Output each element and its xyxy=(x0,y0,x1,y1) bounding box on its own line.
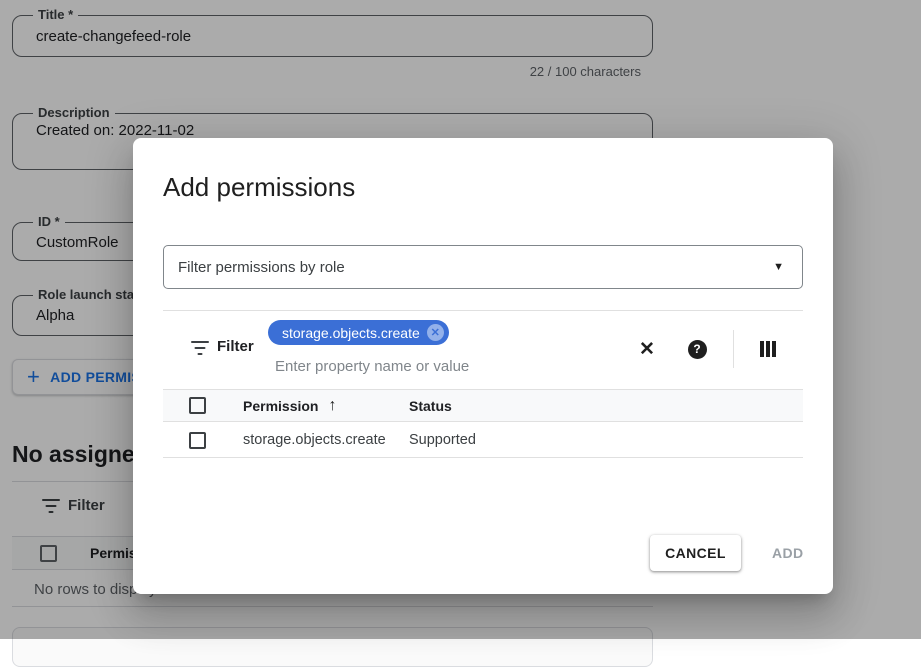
column-permission[interactable]: Permission xyxy=(243,398,318,414)
permissions-table-header: Permission ↑ Status xyxy=(163,389,803,422)
chevron-down-icon: ▼ xyxy=(773,261,784,273)
help-icon[interactable]: ? xyxy=(683,335,711,363)
row-status: Supported xyxy=(409,432,476,448)
filter-chip[interactable]: storage.objects.create ✕ xyxy=(268,320,449,345)
permission-table-row[interactable]: storage.objects.create Supported xyxy=(163,423,803,458)
sort-ascending-icon[interactable]: ↑ xyxy=(328,397,336,415)
chip-remove-icon[interactable]: ✕ xyxy=(427,324,444,341)
row-permission: storage.objects.create xyxy=(243,432,409,448)
dialog-title: Add permissions xyxy=(163,172,355,203)
add-permissions-dialog: Add permissions Filter permissions by ro… xyxy=(133,138,833,594)
divider xyxy=(163,310,803,311)
column-display-icon[interactable] xyxy=(754,335,782,363)
column-status: Status xyxy=(409,398,452,414)
add-button[interactable]: ADD xyxy=(764,535,812,571)
clear-filters-icon[interactable]: ✕ xyxy=(633,335,661,363)
divider xyxy=(733,330,734,368)
filter-chip-label: storage.objects.create xyxy=(282,325,420,341)
filter-by-role-dropdown-value: Filter permissions by role xyxy=(178,259,773,276)
filter-by-role-dropdown[interactable]: Filter permissions by role ▼ xyxy=(163,245,803,289)
funnel-icon xyxy=(191,341,209,355)
select-all-checkbox[interactable] xyxy=(189,397,206,414)
row-checkbox[interactable] xyxy=(189,432,206,449)
modal-filter-input[interactable]: Enter property name or value xyxy=(275,358,469,375)
modal-filter-label: Filter xyxy=(217,338,254,355)
cancel-button[interactable]: CANCEL xyxy=(650,535,741,571)
